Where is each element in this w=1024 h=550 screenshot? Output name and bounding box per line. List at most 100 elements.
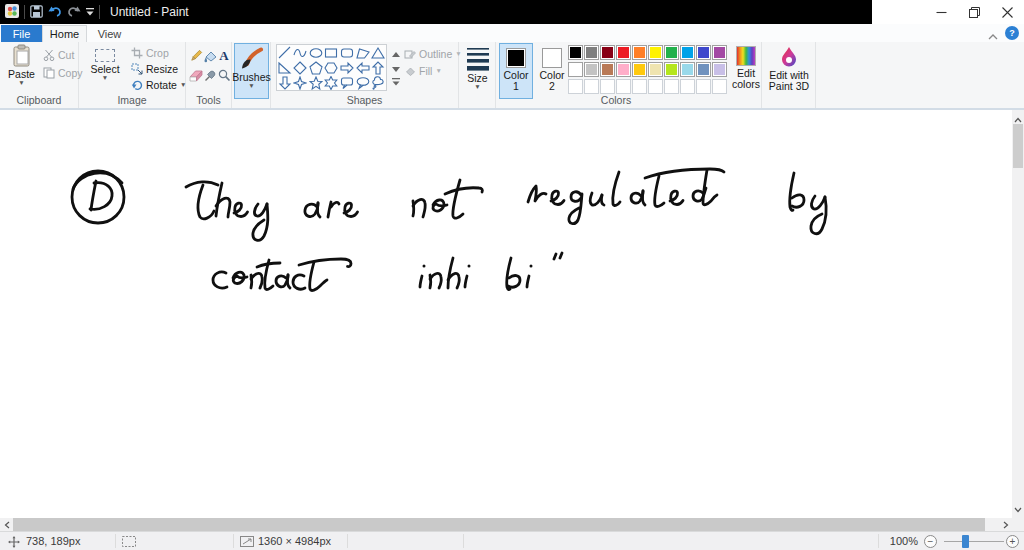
- undo-button[interactable]: [48, 5, 62, 19]
- zoom-slider-thumb[interactable]: [962, 535, 969, 548]
- tab-file[interactable]: File: [1, 25, 42, 42]
- shape-polygon-icon[interactable]: [356, 46, 370, 60]
- cut-button[interactable]: Cut: [43, 49, 74, 61]
- brushes-button[interactable]: Brushes ▼: [234, 43, 269, 99]
- scroll-left-icon[interactable]: [0, 518, 13, 531]
- palette-swatch[interactable]: [568, 62, 583, 77]
- gallery-expand-icon[interactable]: [392, 76, 400, 88]
- color1-button[interactable]: Color 1: [499, 43, 533, 99]
- vertical-scrollbar[interactable]: [1012, 110, 1024, 518]
- palette-empty-slot[interactable]: [616, 79, 631, 94]
- paste-button[interactable]: Paste ▼: [3, 43, 40, 95]
- palette-empty-slot[interactable]: [696, 79, 711, 94]
- shape-four-point-star-icon[interactable]: [293, 76, 307, 90]
- minimize-button[interactable]: [925, 0, 958, 24]
- redo-button[interactable]: [67, 5, 81, 19]
- color2-button[interactable]: Color 2: [535, 43, 569, 99]
- tab-home[interactable]: Home: [42, 25, 87, 42]
- shape-line-icon[interactable]: [278, 46, 292, 60]
- palette-empty-slot[interactable]: [712, 79, 727, 94]
- shape-arrow-up-icon[interactable]: [371, 61, 385, 75]
- shape-arrow-right-icon[interactable]: [340, 61, 354, 75]
- shape-rounded-rectangle-icon[interactable]: [340, 46, 354, 60]
- rotate-button[interactable]: Rotate ▼: [131, 79, 186, 91]
- zoom-slider-track[interactable]: [944, 541, 1004, 542]
- maximize-button[interactable]: [958, 0, 991, 24]
- palette-empty-slot[interactable]: [664, 79, 679, 94]
- horizontal-scroll-thumb[interactable]: [13, 518, 985, 531]
- palette-swatch[interactable]: [648, 62, 663, 77]
- horizontal-scrollbar[interactable]: [0, 518, 1012, 531]
- help-icon[interactable]: ?: [1005, 26, 1019, 40]
- ribbon-collapse-icon[interactable]: [988, 30, 998, 42]
- shape-triangle-icon[interactable]: [371, 46, 385, 60]
- palette-swatch[interactable]: [648, 45, 663, 60]
- scroll-down-icon[interactable]: [1014, 503, 1022, 515]
- palette-swatch[interactable]: [712, 62, 727, 77]
- palette-swatch[interactable]: [680, 45, 695, 60]
- shape-right-triangle-icon[interactable]: [278, 61, 292, 75]
- palette-swatch[interactable]: [632, 45, 647, 60]
- palette-swatch[interactable]: [664, 45, 679, 60]
- shape-rectangle-icon[interactable]: [324, 46, 338, 60]
- palette-swatch[interactable]: [712, 45, 727, 60]
- shape-curve-icon[interactable]: [293, 46, 307, 60]
- copy-button[interactable]: Copy: [43, 67, 83, 79]
- palette-empty-slot[interactable]: [584, 79, 599, 94]
- zoom-in-button[interactable]: +: [1006, 535, 1019, 548]
- color-picker-tool-button[interactable]: [203, 68, 217, 83]
- shape-diamond-icon[interactable]: [293, 61, 307, 75]
- gallery-up-icon[interactable]: [392, 47, 400, 59]
- close-button[interactable]: [991, 0, 1024, 24]
- palette-swatch[interactable]: [632, 62, 647, 77]
- magnifier-tool-button[interactable]: [217, 68, 231, 83]
- zoom-out-button[interactable]: −: [924, 535, 937, 548]
- shape-oval-callout-icon[interactable]: [356, 76, 370, 90]
- shape-pentagon-icon[interactable]: [309, 61, 323, 75]
- fill-button[interactable]: Fill ▼: [404, 65, 442, 77]
- size-button[interactable]: Size ▼: [461, 43, 494, 99]
- gallery-down-icon[interactable]: [392, 62, 400, 74]
- palette-swatch[interactable]: [616, 45, 631, 60]
- fill-tool-button[interactable]: [203, 48, 217, 63]
- shape-six-point-star-icon[interactable]: [324, 76, 338, 90]
- window-controls: [925, 0, 1024, 24]
- tab-view[interactable]: View: [87, 25, 132, 42]
- canvas[interactable]: [0, 110, 1012, 518]
- palette-swatch[interactable]: [696, 62, 711, 77]
- paint3d-button[interactable]: Edit with Paint 3D: [764, 43, 814, 99]
- palette-empty-slot[interactable]: [568, 79, 583, 94]
- shape-arrow-down-icon[interactable]: [278, 76, 292, 90]
- palette-swatch[interactable]: [696, 45, 711, 60]
- palette-swatch[interactable]: [680, 62, 695, 77]
- outline-button[interactable]: Outline ▼: [404, 48, 462, 60]
- edit-colors-button[interactable]: Edit colors: [730, 43, 762, 101]
- pencil-tool-button[interactable]: [189, 48, 203, 63]
- palette-empty-slot[interactable]: [648, 79, 663, 94]
- palette-swatch[interactable]: [600, 62, 615, 77]
- crop-button[interactable]: Crop: [131, 47, 169, 59]
- select-button[interactable]: Select ▼: [85, 43, 125, 95]
- palette-swatch[interactable]: [616, 62, 631, 77]
- shape-arrow-left-icon[interactable]: [356, 61, 370, 75]
- resize-button[interactable]: Resize: [131, 63, 178, 75]
- palette-empty-slot[interactable]: [632, 79, 647, 94]
- palette-swatch[interactable]: [568, 45, 583, 60]
- shape-rounded-callout-icon[interactable]: [340, 76, 354, 90]
- text-tool-button[interactable]: A: [217, 48, 231, 63]
- eraser-tool-button[interactable]: [189, 68, 203, 83]
- palette-swatch[interactable]: [584, 62, 599, 77]
- shape-hexagon-icon[interactable]: [324, 61, 338, 75]
- scroll-right-icon[interactable]: [999, 518, 1012, 531]
- palette-swatch[interactable]: [600, 45, 615, 60]
- palette-empty-slot[interactable]: [680, 79, 695, 94]
- shape-five-point-star-icon[interactable]: [309, 76, 323, 90]
- palette-swatch[interactable]: [584, 45, 599, 60]
- shape-oval-icon[interactable]: [309, 46, 323, 60]
- save-button[interactable]: [30, 5, 43, 20]
- vertical-scroll-thumb[interactable]: [1013, 124, 1023, 168]
- palette-swatch[interactable]: [664, 62, 679, 77]
- qat-customize-button[interactable]: [86, 6, 94, 18]
- shape-cloud-callout-icon[interactable]: [371, 76, 385, 90]
- palette-empty-slot[interactable]: [600, 79, 615, 94]
